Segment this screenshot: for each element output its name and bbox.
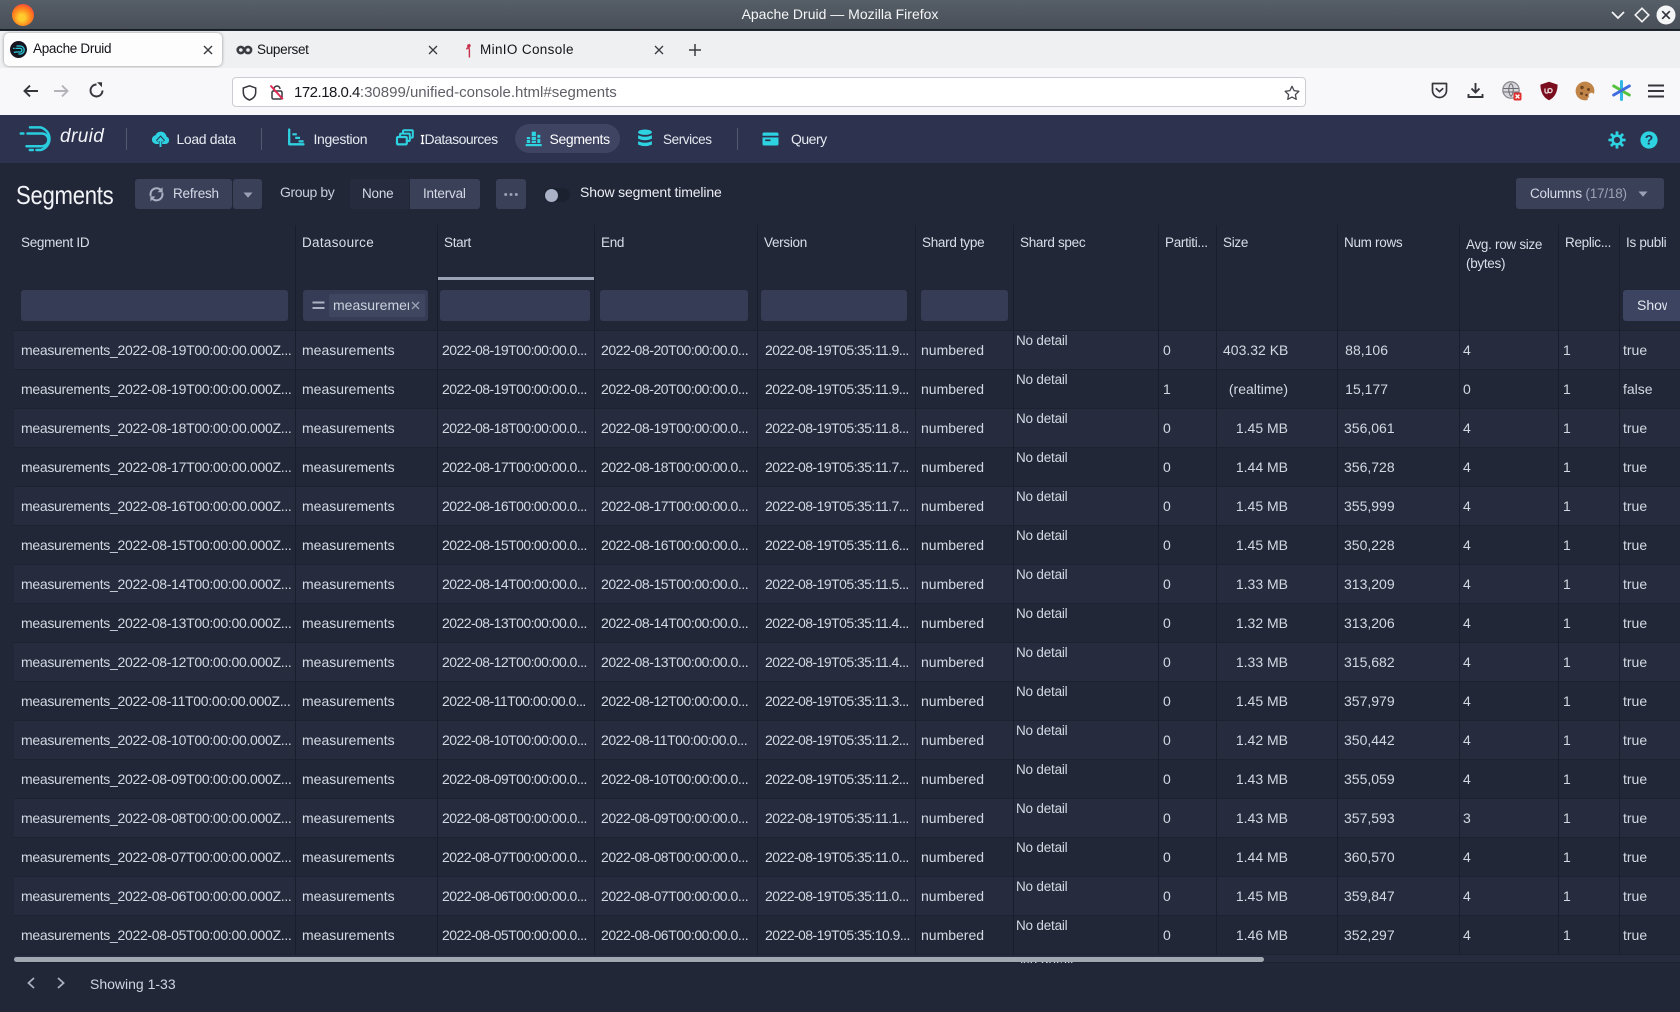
svg-text:?: ? bbox=[1645, 131, 1654, 147]
